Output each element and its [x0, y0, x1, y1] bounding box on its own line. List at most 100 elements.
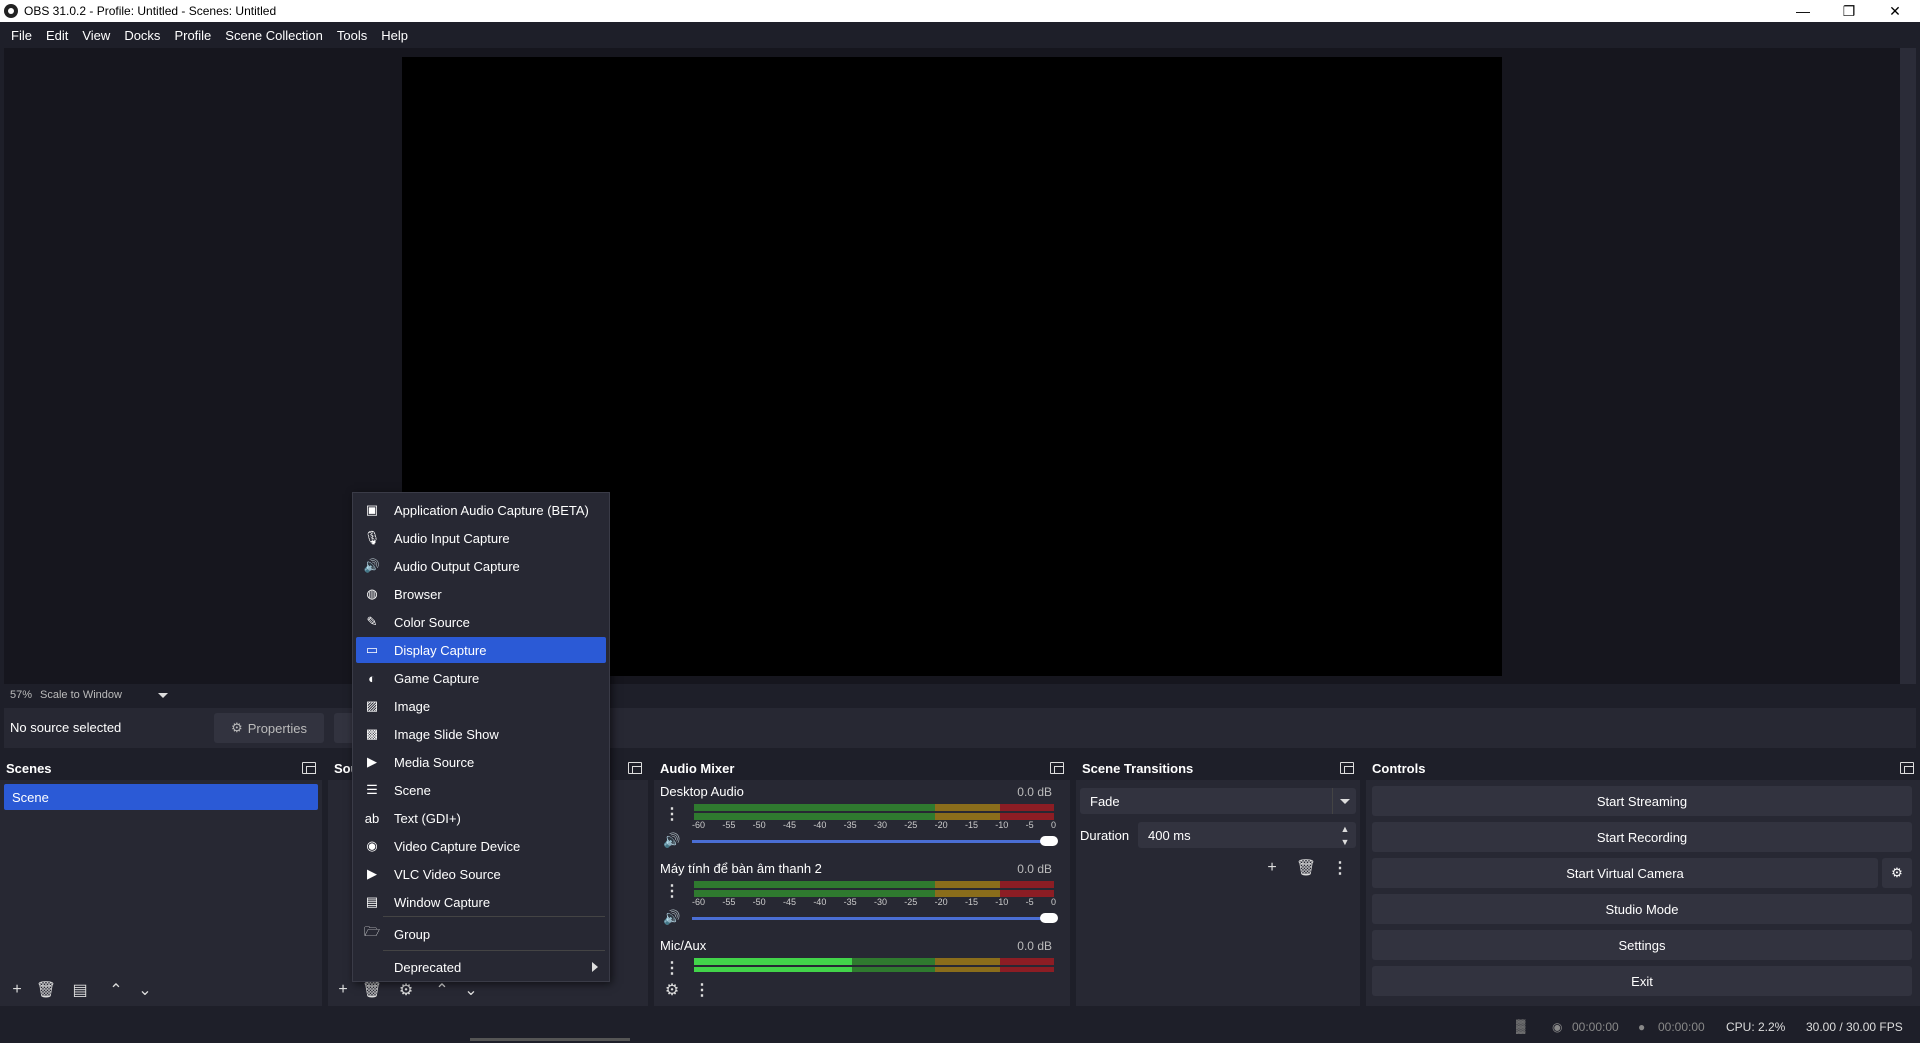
- studio-mode-button[interactable]: Studio Mode: [1372, 894, 1912, 924]
- menu-item-image[interactable]: ▨ Image: [356, 693, 606, 719]
- kebab-menu-icon[interactable]: ⋮: [662, 804, 682, 824]
- channel-name: Máy tính để bàn âm thanh 2: [660, 861, 822, 876]
- menu-item-image-slide-show[interactable]: ▩ Image Slide Show: [356, 721, 606, 747]
- gear-icon[interactable]: ⚙: [660, 978, 684, 1002]
- transition-select[interactable]: Fade: [1080, 788, 1356, 814]
- menu-file[interactable]: File: [4, 28, 39, 43]
- trash-icon[interactable]: 🗑: [34, 978, 58, 1002]
- chevron-down-icon[interactable]: ⌄: [133, 978, 157, 1002]
- menu-profile[interactable]: Profile: [167, 28, 218, 43]
- status-bar: ▓ ◉ 00:00:00 ● 00:00:00 CPU: 2.2% 30.00 …: [0, 1010, 1920, 1043]
- virtual-camera-settings-button[interactable]: ⚙: [1882, 858, 1912, 888]
- meter-fill: [694, 958, 853, 965]
- volume-meter: [694, 958, 1054, 965]
- chevron-up-icon[interactable]: ⌃: [104, 978, 128, 1002]
- exit-button[interactable]: Exit: [1372, 966, 1912, 996]
- spin-up-icon[interactable]: ▲: [1334, 822, 1356, 835]
- menu-item-video-capture-device[interactable]: ◉ Video Capture Device: [356, 833, 606, 859]
- meter-tick: -50: [752, 897, 766, 907]
- duration-input[interactable]: 400 ms ▲ ▼: [1138, 822, 1356, 848]
- start-virtual-camera-button[interactable]: Start Virtual Camera: [1372, 858, 1878, 888]
- add-scene-icon[interactable]: +: [5, 978, 29, 1002]
- menu-item-media-source[interactable]: ▶ Media Source: [356, 749, 606, 775]
- menu-item-color-source[interactable]: ✎ Color Source: [356, 609, 606, 635]
- menu-item-browser[interactable]: ◍ Browser: [356, 581, 606, 607]
- spin-down-icon[interactable]: ▼: [1334, 835, 1356, 848]
- minimize-icon[interactable]: —: [1780, 0, 1826, 22]
- kebab-menu-icon[interactable]: ⋮: [662, 881, 682, 901]
- undock-icon[interactable]: [302, 762, 316, 774]
- volume-slider[interactable]: [692, 840, 1054, 843]
- gear-icon: ⚙: [1891, 865, 1903, 880]
- restore-icon[interactable]: ❐: [1826, 0, 1872, 22]
- chevron-down-icon[interactable]: [1332, 788, 1356, 814]
- menu-item-audio-output-capture[interactable]: 🔊 Audio Output Capture: [356, 553, 606, 579]
- menu-item-scene[interactable]: ☰ Scene: [356, 777, 606, 803]
- volume-slider-knob[interactable]: [1040, 913, 1058, 923]
- scenes-header: Scenes: [0, 756, 322, 780]
- menu-item-vlc-video-source[interactable]: ▶ VLC Video Source: [356, 861, 606, 887]
- menu-scene-collection[interactable]: Scene Collection: [218, 28, 330, 43]
- meter-tick: -45: [782, 820, 796, 830]
- meter-tick: -35: [843, 897, 857, 907]
- volume-slider[interactable]: [692, 917, 1054, 920]
- menu-item-window-capture[interactable]: ▤ Window Capture: [356, 889, 606, 915]
- menu-item-label: Group: [394, 926, 431, 942]
- volume-meter: [694, 890, 1054, 897]
- start-streaming-button[interactable]: Start Streaming: [1372, 786, 1912, 816]
- menu-view[interactable]: View: [75, 28, 117, 43]
- menu-item-audio-input-capture[interactable]: 🎙 Audio Input Capture: [356, 525, 606, 551]
- preview-scrollbar[interactable]: [1900, 48, 1916, 684]
- menu-docks[interactable]: Docks: [117, 28, 167, 43]
- meter-tick: -40: [813, 820, 827, 830]
- menu-item-group[interactable]: 🗁 Group: [356, 921, 606, 947]
- speaker-icon[interactable]: 🔊: [662, 907, 682, 927]
- stream-time: 00:00:00: [1572, 1020, 1619, 1034]
- gear-icon: ⚙: [231, 720, 243, 735]
- kebab-menu-icon[interactable]: ⋮: [692, 980, 712, 1000]
- menu-separator: [383, 950, 605, 951]
- undock-icon[interactable]: [1340, 762, 1354, 774]
- menu-item-display-capture[interactable]: ▭ Display Capture: [356, 637, 606, 663]
- menu-tools[interactable]: Tools: [330, 28, 374, 43]
- meter-tick: -40: [813, 897, 827, 907]
- brush-icon: ✎: [366, 614, 378, 629]
- close-icon[interactable]: ✕: [1872, 0, 1918, 22]
- channel-db: 0.0 dB: [1017, 785, 1052, 799]
- context-bar: No source selected ⚙ Properties: [4, 708, 1916, 748]
- channel-name: Mic/Aux: [660, 938, 707, 953]
- menu-item-text-gdi[interactable]: ab Text (GDI+): [356, 805, 606, 831]
- kebab-menu-icon[interactable]: ⋮: [662, 958, 682, 978]
- zoom-mode[interactable]: Scale to Window: [40, 689, 122, 701]
- scene-list-item[interactable]: Scene: [4, 784, 318, 810]
- settings-button[interactable]: Settings: [1372, 930, 1912, 960]
- properties-button[interactable]: ⚙ Properties: [214, 713, 324, 743]
- trash-icon[interactable]: 🗑: [1294, 856, 1318, 880]
- volume-slider-knob[interactable]: [1040, 836, 1058, 846]
- menu-edit[interactable]: Edit: [39, 28, 75, 43]
- chevron-down-icon[interactable]: [157, 692, 168, 698]
- meter-tick: -60: [692, 820, 706, 830]
- filter-icon[interactable]: ▤: [68, 978, 92, 1002]
- meter-tick: -20: [934, 897, 948, 907]
- menu-item-application-audio-capture-beta[interactable]: ▣ Application Audio Capture (BETA): [356, 497, 606, 523]
- menu-help[interactable]: Help: [374, 28, 415, 43]
- kebab-menu-icon[interactable]: ⋮: [1330, 858, 1350, 878]
- menu-item-deprecated[interactable]: Deprecated: [356, 954, 606, 980]
- meter-tick: -55: [722, 820, 736, 830]
- meter-tick: 0: [1050, 820, 1056, 830]
- undock-icon[interactable]: [628, 762, 642, 774]
- horizontal-scrollbar[interactable]: [470, 1038, 630, 1041]
- menu-item-label: Deprecated: [394, 959, 462, 975]
- meter-tick: -45: [782, 897, 796, 907]
- add-transition-icon[interactable]: +: [1260, 856, 1284, 880]
- speaker-icon[interactable]: 🔊: [662, 830, 682, 850]
- add-source-menu: ▣ Application Audio Capture (BETA) 🎙 Audio …: [352, 492, 610, 982]
- undock-icon[interactable]: [1050, 762, 1064, 774]
- cpu-usage: CPU: 2.2%: [1726, 1020, 1786, 1034]
- controls-header: Controls: [1366, 756, 1920, 780]
- start-recording-button[interactable]: Start Recording: [1372, 822, 1912, 852]
- menu-item-game-capture[interactable]: ◐ Game Capture: [356, 665, 606, 691]
- undock-icon[interactable]: [1900, 762, 1914, 774]
- scene-transitions-dock: Scene Transitions Fade Duration 400 ms ▲…: [1076, 756, 1360, 1006]
